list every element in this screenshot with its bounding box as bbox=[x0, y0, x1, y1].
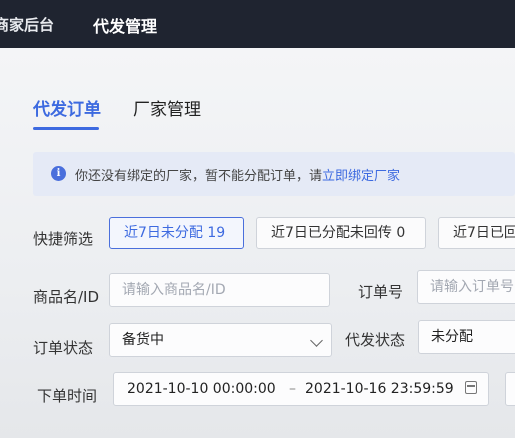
quick-filter-label: 快捷筛选 bbox=[33, 230, 94, 248]
module-title[interactable]: 代发管理 bbox=[93, 13, 157, 37]
order-status-label: 订单状态 bbox=[33, 339, 94, 357]
tab-dropship-orders[interactable]: 代发订单 bbox=[33, 95, 101, 120]
order-status-value: 备货中 bbox=[122, 332, 164, 348]
notice-banner: i 你还没有绑定的厂家，暂不能分配订单，请立即绑定厂家 bbox=[33, 152, 515, 196]
product-label: 商品名/ID bbox=[33, 288, 100, 306]
start-date-input[interactable]: 2021-10-10 00:00:00 bbox=[127, 381, 276, 397]
tab-factory-management[interactable]: 厂家管理 bbox=[133, 95, 201, 120]
date-range-separator: – bbox=[289, 381, 296, 397]
order-no-input[interactable]: 请输入订单号 bbox=[417, 270, 515, 304]
notice-message: 你还没有绑定的厂家，暂不能分配订单，请立即绑定厂家 bbox=[75, 165, 400, 184]
end-date-input[interactable]: 2021-10-16 23:59:59 bbox=[305, 381, 454, 397]
active-tab-indicator bbox=[33, 127, 99, 130]
order-time-label: 下单时间 bbox=[37, 387, 98, 405]
merchant-backend-link[interactable]: 商家后台 bbox=[0, 14, 54, 35]
chip-assigned-not-returned-7d[interactable]: 近7日已分配未回传 0 bbox=[256, 217, 426, 249]
bind-factory-link[interactable]: 立即绑定厂家 bbox=[322, 169, 400, 184]
product-search-input[interactable]: 请输入商品名/ID bbox=[109, 273, 330, 307]
dropship-status-label: 代发状态 bbox=[345, 331, 406, 349]
order-status-select[interactable]: 备货中 bbox=[109, 323, 332, 357]
chevron-down-icon bbox=[310, 334, 323, 347]
chip-returned-7d[interactable]: 近7日已回 bbox=[438, 217, 515, 249]
order-no-label: 订单号 bbox=[358, 283, 404, 301]
chip-unassigned-7d[interactable]: 近7日未分配 19 bbox=[109, 217, 244, 249]
calendar-icon[interactable] bbox=[465, 381, 477, 394]
order-time-range-picker[interactable]: 2021-10-10 00:00:00 – 2021-10-16 23:59:5… bbox=[113, 372, 489, 406]
notice-text: 你还没有绑定的厂家，暂不能分配订单，请 bbox=[75, 169, 323, 184]
next-field-box[interactable] bbox=[505, 372, 515, 406]
info-icon: i bbox=[51, 166, 66, 181]
top-nav-bar: 商家后台 代发管理 bbox=[0, 0, 515, 48]
dropship-status-select[interactable]: 未分配 bbox=[418, 320, 515, 354]
